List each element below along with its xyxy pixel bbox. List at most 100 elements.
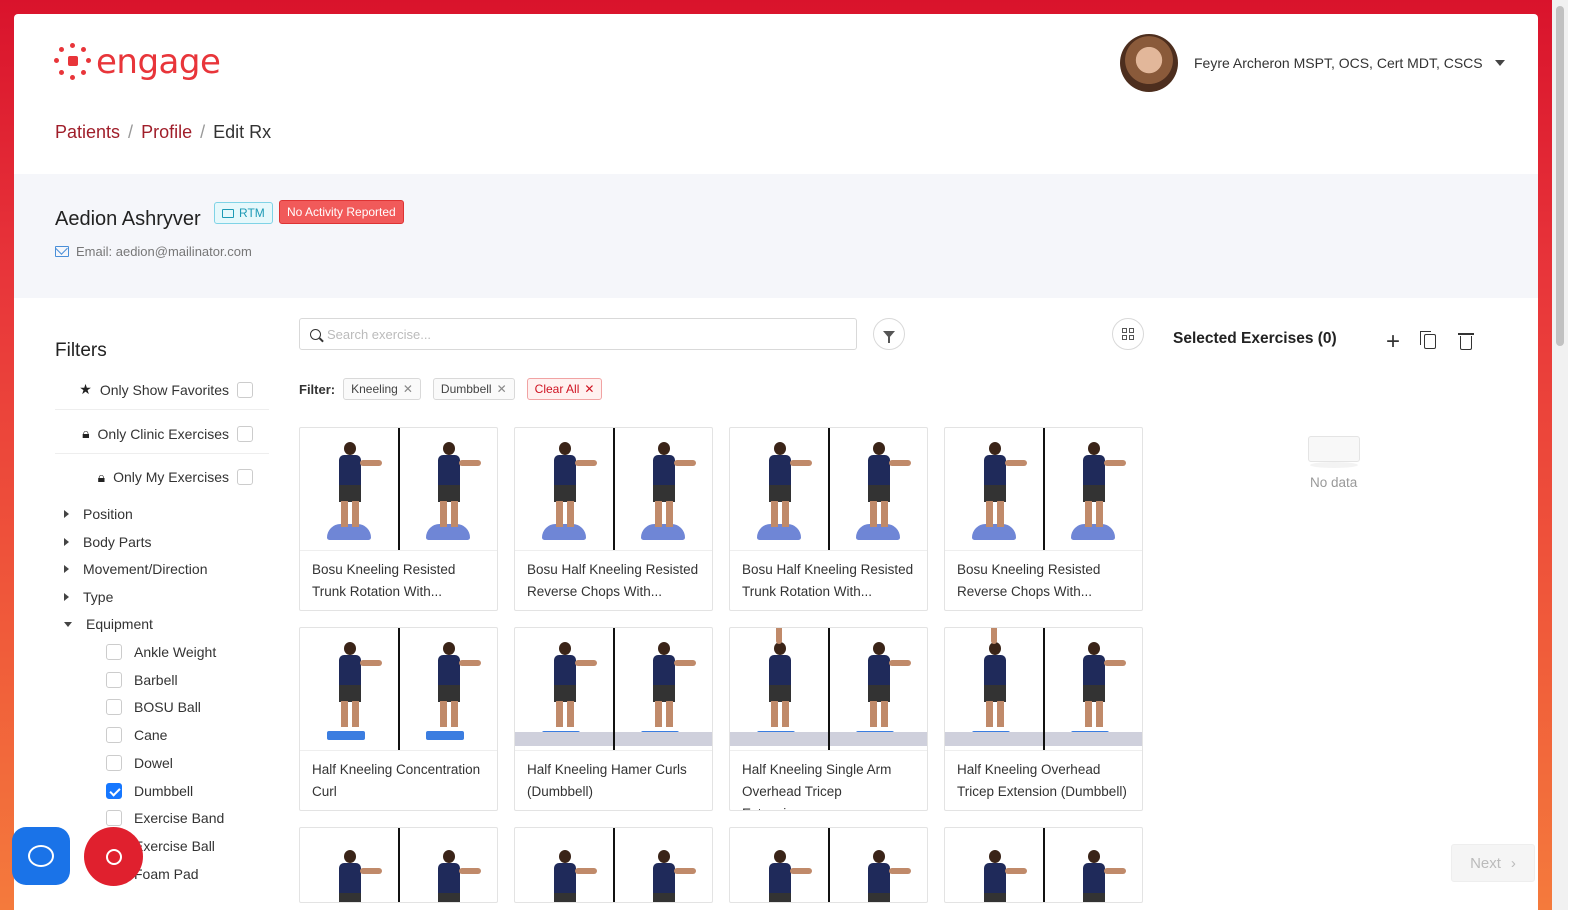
exercise-card[interactable] (514, 827, 713, 903)
user-menu[interactable]: Feyre Archeron MSPT, OCS, Cert MDT, CSCS (1120, 34, 1505, 92)
breadcrumb-separator: / (128, 122, 134, 142)
only-favorites-label: Only Show Favorites (99, 381, 229, 398)
caret-right-icon (64, 565, 69, 573)
only-mine-label: Only My Exercises (113, 469, 229, 485)
filter-tag-kneeling[interactable]: Kneeling ✕ (343, 378, 421, 400)
scrollbar-thumb[interactable] (1556, 6, 1564, 346)
exercise-card[interactable]: Bosu Kneeling Resisted Trunk Rotation Wi… (299, 427, 498, 611)
star-icon: ★ (79, 381, 92, 397)
tree-node-label: Position (83, 506, 133, 522)
exercise-title: Half Kneeling Single Arm Overhead Tricep… (742, 762, 892, 810)
exercise-figure (648, 846, 697, 902)
exercise-figure (334, 438, 382, 536)
equipment-option[interactable]: Exercise Band (106, 810, 224, 827)
tree-node-type[interactable]: Type (64, 589, 113, 605)
exercise-figure (433, 438, 482, 536)
empty-state-text: No data (1310, 475, 1358, 490)
copy-icon[interactable] (1420, 331, 1437, 349)
exercise-card[interactable]: Half Kneeling Concentration Curl (299, 627, 498, 811)
equipment-option[interactable]: BOSU Ball (106, 699, 201, 716)
equipment-option[interactable]: Dowel (106, 754, 173, 771)
equipment-checkbox[interactable] (106, 644, 122, 660)
only-mine-toggle[interactable]: 🔒︎ Only My Exercises (55, 457, 269, 497)
breadcrumb-current: Edit Rx (213, 122, 272, 142)
clear-all-button[interactable]: Clear All ✕ (526, 378, 603, 400)
exercise-title: Bosu Half Kneeling Resisted Reverse Chop… (527, 562, 699, 599)
search-input[interactable] (327, 326, 827, 342)
close-icon[interactable]: ✕ (403, 382, 413, 396)
next-button[interactable]: Next › (1451, 844, 1535, 882)
breadcrumb-profile[interactable]: Profile (141, 122, 192, 143)
exercise-title: Half Kneeling Concentration Curl (312, 762, 481, 799)
exercise-title: Bosu Half Kneeling Resisted Trunk Rotati… (742, 562, 914, 599)
exercise-card[interactable]: Half Kneeling Hamer Curls (Dumbbell) (514, 627, 713, 811)
equipment-checkbox[interactable] (106, 727, 122, 744)
trash-icon[interactable] (1458, 333, 1475, 350)
exercise-figure (334, 638, 382, 736)
exercise-thumbnail (730, 828, 927, 902)
grid-view-button[interactable] (1112, 318, 1144, 350)
breadcrumb-patients[interactable]: Patients (55, 122, 120, 143)
exercise-title: Half Kneeling Hamer Curls (Dumbbell) (527, 762, 687, 799)
exercise-card[interactable]: Half Kneeling Overhead Tricep Extension … (944, 627, 1143, 811)
only-favorites-checkbox[interactable] (237, 381, 253, 398)
exercise-card[interactable]: Half Kneeling Single Arm Overhead Tricep… (729, 627, 928, 811)
tree-node-movement[interactable]: Movement/Direction (64, 561, 208, 577)
only-mine-checkbox[interactable] (237, 469, 253, 485)
exercise-figure (863, 846, 912, 902)
page-scrollbar[interactable] (1552, 0, 1568, 910)
exercise-figure (1078, 438, 1127, 536)
exercise-card[interactable]: Bosu Kneeling Resisted Reverse Chops Wit… (944, 427, 1143, 611)
record-button[interactable] (84, 827, 143, 886)
window-edge (1568, 0, 1588, 910)
search-box[interactable] (299, 318, 857, 350)
selected-exercises-title: Selected Exercises (0) (1173, 330, 1337, 347)
tree-node-position[interactable]: Position (64, 506, 133, 522)
equipment-checkbox[interactable] (106, 699, 122, 716)
exercise-card[interactable] (944, 827, 1143, 903)
tree-node-body-parts[interactable]: Body Parts (64, 534, 151, 550)
exercise-figure (433, 638, 482, 736)
filter-tag-dumbbell[interactable]: Dumbbell ✕ (432, 378, 515, 400)
equipment-checkbox[interactable] (106, 810, 122, 827)
exercise-title: Half Kneeling Overhead Tricep Extension … (957, 762, 1127, 799)
exercise-thumbnail (300, 828, 497, 902)
only-clinic-checkbox[interactable] (237, 425, 253, 442)
tree-node-equipment[interactable]: Equipment (64, 616, 153, 632)
exercise-card[interactable] (299, 827, 498, 903)
equipment-option[interactable]: Cane (106, 727, 167, 744)
exercise-card[interactable] (729, 827, 928, 903)
exercise-thumbnail (515, 428, 712, 551)
funnel-icon (883, 330, 895, 343)
activity-status-badge: No Activity Reported (279, 200, 404, 224)
equipment-checkbox[interactable] (106, 671, 122, 688)
rtm-badge: RTM (214, 202, 273, 224)
only-clinic-toggle[interactable]: 🔒︎ Only Clinic Exercises (55, 414, 269, 454)
exercise-card[interactable]: Bosu Half Kneeling Resisted Trunk Rotati… (729, 427, 928, 611)
mail-icon (55, 246, 69, 257)
only-favorites-toggle[interactable]: ★ Only Show Favorites (55, 370, 269, 410)
close-icon[interactable]: ✕ (497, 382, 507, 396)
chat-support-button[interactable] (12, 827, 70, 885)
engage-logo[interactable]: engage (54, 42, 221, 82)
patient-email-text: Email: aedion@mailinator.com (76, 244, 252, 259)
breadcrumb: Patients / Profile / Edit Rx (55, 122, 271, 143)
equipment-option[interactable]: Dumbbell (106, 782, 193, 799)
exercise-thumbnail (945, 428, 1142, 551)
lock-icon: 🔒︎ (82, 425, 90, 441)
equipment-checkbox[interactable] (106, 782, 122, 799)
tree-node-label: Type (83, 589, 114, 605)
exercise-card[interactable]: Bosu Half Kneeling Resisted Reverse Chop… (514, 427, 713, 611)
equipment-label: Barbell (134, 671, 178, 688)
plus-icon[interactable]: + (1386, 330, 1400, 354)
equipment-checkbox[interactable] (106, 754, 122, 771)
exercise-figure (764, 846, 812, 902)
equipment-option[interactable]: Barbell (106, 671, 178, 688)
patient-header: Aedion Ashryver RTM No Activity Reported… (14, 174, 1538, 298)
caret-down-icon (1494, 60, 1505, 66)
equipment-label: Ankle Weight (134, 644, 217, 660)
exercise-figure (549, 638, 597, 736)
filter-button[interactable] (873, 318, 905, 350)
equipment-option[interactable]: Ankle Weight (106, 644, 216, 660)
exercise-figure (979, 438, 1027, 536)
